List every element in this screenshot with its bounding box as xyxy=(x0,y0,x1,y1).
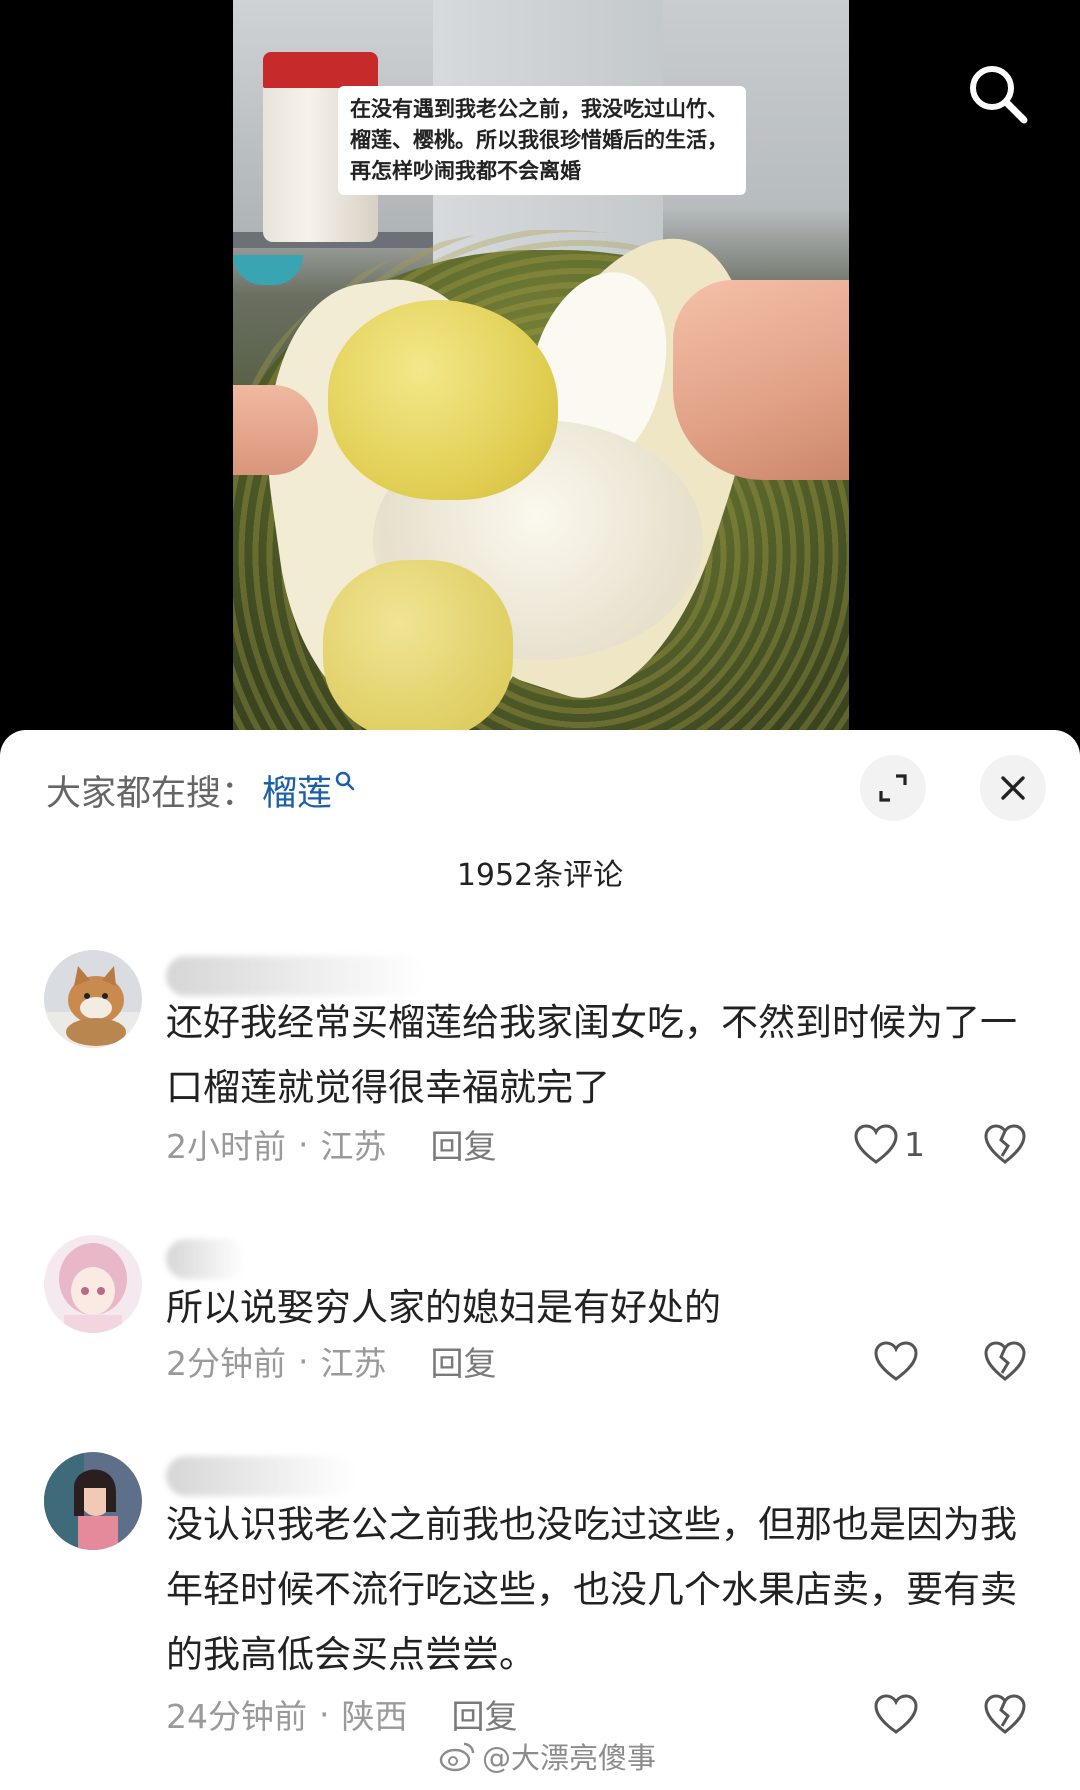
search-icon xyxy=(335,771,355,791)
close-icon xyxy=(1001,776,1025,800)
durian-flesh-lower xyxy=(323,560,513,740)
watermark-text: @大漂亮傻事 xyxy=(482,1741,657,1775)
comment-count: 1952条评论 xyxy=(456,858,624,893)
comment-time: 2分钟前 xyxy=(166,1344,286,1383)
broken-heart-icon[interactable] xyxy=(982,1339,1028,1383)
heart-icon xyxy=(854,1124,898,1164)
broken-heart-icon[interactable] xyxy=(982,1122,1028,1166)
comment-meta: 2分钟前 · 江苏 回复 xyxy=(166,1337,497,1385)
meta-separator: · xyxy=(298,1341,309,1381)
comment-location: 陕西 xyxy=(341,1697,408,1736)
expand-button[interactable] xyxy=(860,755,926,821)
comment-location: 江苏 xyxy=(320,1127,387,1166)
close-button[interactable] xyxy=(980,755,1046,821)
video-player[interactable]: 在没有遇到我老公之前，我没吃过山竹、榴莲、樱桃。所以我很珍惜婚后的生活，再怎样吵… xyxy=(0,0,1080,740)
like-button[interactable] xyxy=(872,1339,920,1383)
anime-avatar-image xyxy=(44,1235,142,1333)
search-button[interactable] xyxy=(962,58,1034,130)
background-jar-lid xyxy=(263,52,378,88)
trending-label: 大家都在搜： xyxy=(46,773,257,814)
comment-text: 没认识我老公之前我也没吃过这些，但那也是因为我年轻时候不流行吃这些，也没几个水果… xyxy=(166,1503,1017,1676)
video-caption: 在没有遇到我老公之前，我没吃过山竹、榴莲、樱桃。所以我很珍惜婚后的生活，再怎样吵… xyxy=(338,86,746,195)
cat-avatar-image xyxy=(44,950,142,1048)
comment-meta: 2小时前 · 江苏 回复 xyxy=(166,1120,497,1168)
avatar[interactable] xyxy=(44,1235,142,1333)
comment-time: 2小时前 xyxy=(166,1127,286,1166)
meta-separator: · xyxy=(319,1694,330,1734)
portrait-avatar-image xyxy=(44,1452,142,1550)
weibo-watermark: @大漂亮傻事 xyxy=(438,1730,656,1782)
comments-sheet: 大家都在搜： 榴莲 1952条评论 还好我经常买榴莲给我家闺女吃，不然到时候为了… xyxy=(0,730,1080,1790)
search-icon xyxy=(970,66,1028,124)
avatar[interactable] xyxy=(44,950,142,1048)
reply-button[interactable]: 回复 xyxy=(431,1120,497,1168)
comment-location: 江苏 xyxy=(320,1344,387,1383)
weibo-logo-icon xyxy=(439,1742,475,1772)
meta-separator: · xyxy=(298,1124,309,1164)
broken-heart-icon[interactable] xyxy=(982,1692,1028,1736)
username-blurred[interactable] xyxy=(166,1456,356,1496)
comment-text: 所以说娶穷人家的媳妇是有好处的 xyxy=(166,1286,721,1329)
background-bowl xyxy=(233,255,303,285)
heart-icon xyxy=(874,1694,918,1734)
trending-search: 大家都在搜： 榴莲 xyxy=(46,766,356,814)
hand-right xyxy=(673,280,849,480)
trending-term-link[interactable]: 榴莲 xyxy=(262,765,332,816)
like-button[interactable] xyxy=(872,1692,920,1736)
avatar[interactable] xyxy=(44,1452,142,1550)
like-button[interactable]: 1 xyxy=(852,1122,925,1166)
heart-icon xyxy=(874,1341,918,1381)
reply-button[interactable]: 回复 xyxy=(431,1337,497,1385)
like-count: 1 xyxy=(904,1124,925,1164)
expand-icon xyxy=(879,774,907,802)
username-blurred[interactable] xyxy=(166,1239,246,1279)
comment-time: 24分钟前 xyxy=(166,1697,307,1736)
comment-text: 还好我经常买榴莲给我家闺女吃，不然到时候为了一口榴莲就觉得很幸福就完了 xyxy=(166,1001,1017,1109)
